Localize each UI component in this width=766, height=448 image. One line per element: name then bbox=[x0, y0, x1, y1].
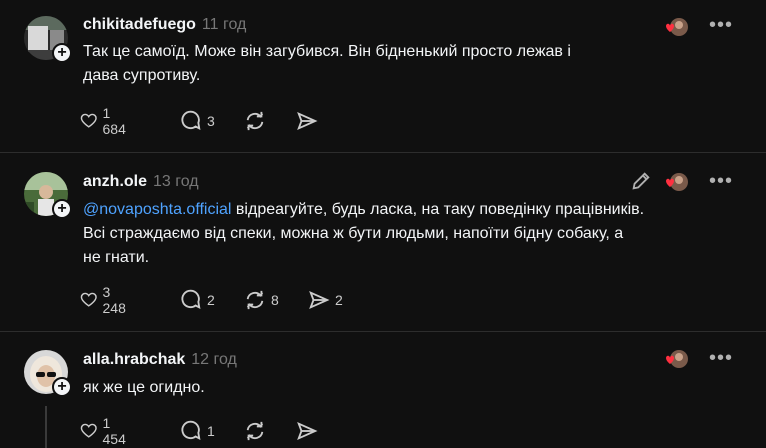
reply-button[interactable]: 1 bbox=[180, 420, 215, 442]
comment-bubble-icon bbox=[181, 110, 201, 130]
post-anzh-ole: + anzh.ole 13 год ••• @novaposhta.officia… bbox=[0, 152, 766, 332]
more-dots-icon[interactable]: ••• bbox=[709, 171, 733, 194]
share-button[interactable] bbox=[296, 420, 323, 442]
post-username[interactable]: chikitadefuego 11 год bbox=[83, 16, 246, 34]
repost-count: 8 bbox=[271, 292, 279, 308]
post-text: Так це самоїд. Може він загубився. Він б… bbox=[83, 43, 571, 84]
author-liked-heart-icon bbox=[662, 17, 690, 37]
heart-outline-icon bbox=[80, 292, 97, 307]
author-liked-heart-icon bbox=[662, 172, 690, 192]
reply-button[interactable]: 2 bbox=[180, 289, 215, 311]
follow-plus-badge[interactable]: + bbox=[52, 199, 72, 219]
repost-button[interactable] bbox=[244, 420, 271, 442]
repost-button[interactable]: 8 bbox=[244, 289, 279, 311]
comment-bubble-icon bbox=[181, 420, 201, 440]
heart-outline-icon bbox=[80, 423, 97, 438]
repost-arrows-icon bbox=[246, 111, 264, 131]
post-time: 12 год bbox=[191, 351, 237, 368]
send-paper-plane-icon bbox=[297, 111, 318, 131]
repost-arrows-icon bbox=[246, 290, 264, 310]
comment-bubble-icon bbox=[181, 289, 201, 309]
send-paper-plane-icon bbox=[297, 421, 318, 441]
post-text: @novaposhta.official відреагуйте, будь л… bbox=[83, 201, 645, 266]
like-button[interactable]: 1 454 bbox=[80, 415, 130, 447]
reply-count: 1 bbox=[207, 423, 215, 439]
share-button[interactable] bbox=[296, 110, 323, 132]
post-text: як же це огидно. bbox=[83, 379, 205, 396]
share-button[interactable]: 2 bbox=[308, 289, 343, 311]
like-count: 1 684 bbox=[102, 105, 126, 137]
share-count: 2 bbox=[335, 292, 343, 308]
post-time: 13 год bbox=[153, 173, 199, 190]
thread-line bbox=[45, 406, 47, 448]
reply-count: 2 bbox=[207, 292, 215, 308]
reply-button[interactable]: 3 bbox=[180, 110, 215, 132]
post-alla-hrabchak: + alla.hrabchak 12 год ••• як же це огидн… bbox=[0, 332, 766, 448]
repost-button[interactable] bbox=[244, 110, 271, 132]
send-paper-plane-icon bbox=[309, 290, 330, 310]
heart-outline-icon bbox=[80, 113, 97, 128]
like-count: 3 248 bbox=[102, 284, 126, 316]
like-count: 1 454 bbox=[102, 415, 126, 447]
post-time: 11 год bbox=[201, 16, 247, 33]
like-button[interactable]: 3 248 bbox=[80, 284, 130, 316]
more-dots-icon[interactable]: ••• bbox=[709, 348, 733, 371]
mention-link[interactable]: @novaposhta.official bbox=[83, 201, 231, 218]
post-username[interactable]: anzh.ole 13 год bbox=[83, 173, 199, 191]
follow-plus-badge[interactable]: + bbox=[52, 43, 72, 63]
like-button[interactable]: 1 684 bbox=[80, 105, 130, 137]
pencil-icon[interactable] bbox=[630, 170, 652, 192]
post-username[interactable]: alla.hrabchak 12 год bbox=[83, 351, 237, 369]
repost-arrows-icon bbox=[246, 421, 264, 441]
more-dots-icon[interactable]: ••• bbox=[709, 15, 733, 38]
reply-count: 3 bbox=[207, 113, 215, 129]
follow-plus-badge[interactable]: + bbox=[52, 377, 72, 397]
author-liked-heart-icon bbox=[662, 349, 690, 369]
post-chikitadefuego: + chikitadefuego 11 год ••• Так це самоїд… bbox=[0, 0, 766, 152]
